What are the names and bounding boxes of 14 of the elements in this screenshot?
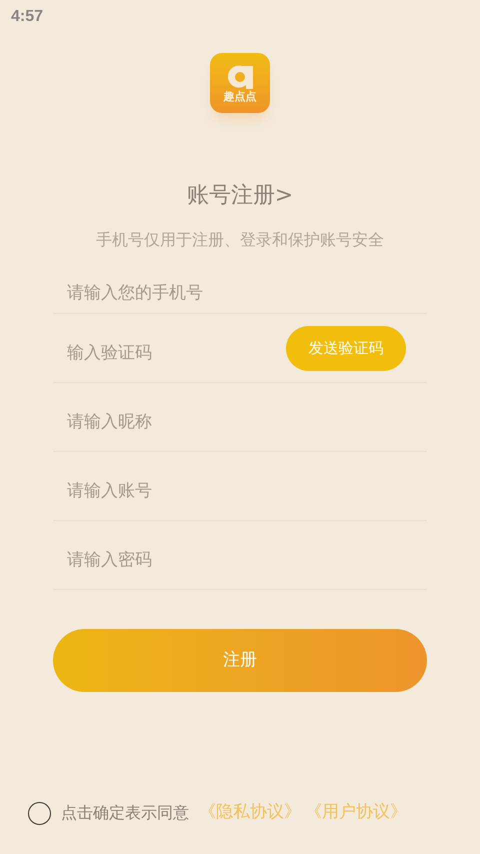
send-code-button[interactable]: 发送验证码 — [286, 326, 406, 371]
input-field[interactable]: 请输入您的手机号 — [53, 262, 427, 313]
logo-text: 趣点点 — [224, 91, 256, 103]
input-field[interactable]: 请输入昵称 — [53, 383, 427, 451]
agreement-text: 点击确定表示同意 — [61, 802, 189, 824]
status-time: 4:57 — [11, 7, 44, 27]
input-field[interactable]: 请输入账号 — [53, 452, 427, 520]
input-field[interactable]: 请输入密码 — [53, 521, 427, 589]
agreement-link[interactable]: 《用户协议》 — [305, 800, 407, 826]
page-title: 账号注册> — [186, 182, 294, 210]
agree-checkbox[interactable] — [28, 802, 51, 824]
subtitle: 手机号仅用于注册、登录和保护账号安全 — [96, 229, 384, 251]
agreement-link[interactable]: 《隐私协议》 — [199, 800, 301, 826]
register-button[interactable]: 注册 — [53, 629, 427, 692]
